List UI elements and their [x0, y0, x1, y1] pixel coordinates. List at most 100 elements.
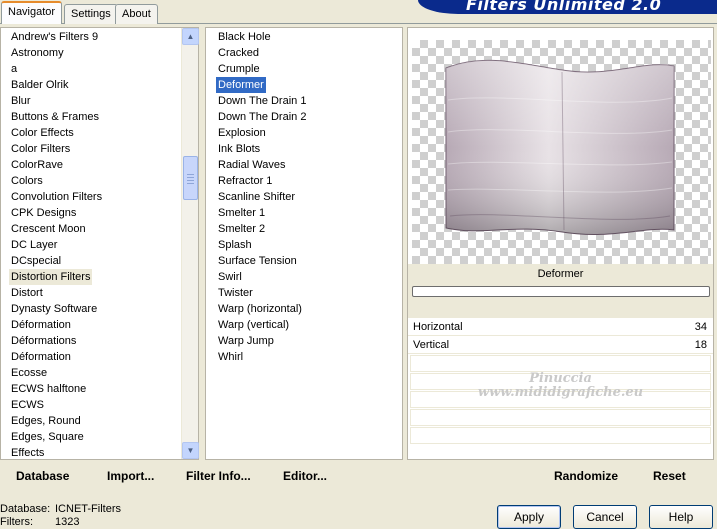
category-list-item[interactable]: ECWS halftone [1, 381, 182, 397]
filter-list-item[interactable]: Explosion [206, 125, 387, 141]
category-list-item[interactable]: ECWS [1, 397, 182, 413]
category-list-item-label: ECWS [11, 399, 44, 411]
filter-list-item-label: Surface Tension [218, 255, 297, 267]
filter-list-item[interactable]: Cracked [206, 45, 387, 61]
apply-button[interactable]: Apply [497, 505, 561, 529]
category-list-item[interactable]: Ecosse [1, 365, 182, 381]
category-list-item-label: Distortion Filters [9, 269, 93, 285]
category-list-item-label: DCspecial [11, 255, 62, 267]
editor-button[interactable]: Editor... [283, 469, 327, 483]
empty-param-row [410, 391, 711, 408]
filter-name-area: Deformer [408, 264, 713, 320]
scrollbar-thumb[interactable] [183, 156, 198, 200]
param-label-horizontal: Horizontal [413, 321, 463, 333]
filter-list-item[interactable]: Scanline Shifter [206, 189, 387, 205]
category-list-item[interactable]: Edges, Square [1, 429, 182, 445]
help-button[interactable]: Help [649, 505, 713, 529]
tab-about[interactable]: About [115, 4, 158, 24]
param-value-vertical: 18 [694, 339, 707, 351]
filter-list-item-label: Cracked [218, 47, 259, 59]
filter-list-item[interactable]: Twister [206, 285, 387, 301]
filter-list-item-label: Warp (horizontal) [218, 303, 302, 315]
tab-settings[interactable]: Settings [64, 4, 118, 24]
filter-list-item[interactable]: Warp (horizontal) [206, 301, 387, 317]
category-list-item[interactable]: Buttons & Frames [1, 109, 182, 125]
filter-list-item[interactable]: Warp Jump [206, 333, 387, 349]
import-button[interactable]: Import... [107, 469, 154, 483]
filter-list-item[interactable]: Smelter 2 [206, 221, 387, 237]
category-list-item-label: Ecosse [11, 367, 48, 379]
scroll-down-arrow-icon[interactable]: ▼ [182, 442, 199, 459]
category-list-item[interactable]: Color Effects [1, 125, 182, 141]
filter-list-item[interactable]: Crumple [206, 61, 387, 77]
filter-list-item-label: Refractor 1 [218, 175, 273, 187]
database-button[interactable]: Database [16, 469, 69, 483]
filter-list-item[interactable]: Down The Drain 1 [206, 93, 387, 109]
category-list-item[interactable]: Crescent Moon [1, 221, 182, 237]
category-list-item[interactable]: a [1, 61, 182, 77]
filter-list-item-label: Smelter 1 [218, 207, 266, 219]
filter-list-item[interactable]: Whirl [206, 349, 387, 365]
param-value-horizontal: 34 [694, 321, 707, 333]
filter-list-item[interactable]: Warp (vertical) [206, 317, 387, 333]
status-area: Database: ICNET-Filters Filters: 1323 [0, 503, 121, 529]
category-list-item-label: Edges, Round [11, 415, 81, 427]
category-list-item[interactable]: Colors [1, 173, 182, 189]
category-list-item[interactable]: Astronomy [1, 45, 182, 61]
category-list-item[interactable]: Edges, Round [1, 413, 182, 429]
category-list-item[interactable]: Distortion Filters [1, 269, 182, 285]
filter-list-item-label: Splash [218, 239, 252, 251]
title-banner: Filters Unlimited 2.0 [418, 0, 717, 14]
category-list-pane: Andrew's Filters 9 Astronomy a Balder Olrik… [0, 27, 199, 460]
filter-list-item[interactable]: Deformer [206, 77, 387, 93]
filter-list-item-label: Ink Blots [218, 143, 261, 155]
empty-param-row [410, 373, 711, 390]
filter-list-item[interactable]: Radial Waves [206, 157, 387, 173]
category-list-item[interactable]: ColorRave [1, 157, 182, 173]
filter-info-button[interactable]: Filter Info... [186, 469, 251, 483]
scroll-up-arrow-icon[interactable]: ▲ [182, 28, 199, 45]
category-list-item[interactable]: Dynasty Software [1, 301, 182, 317]
param-row-horizontal[interactable]: Horizontal 34 [408, 318, 713, 336]
param-row-vertical[interactable]: Vertical 18 [408, 336, 713, 354]
category-list-item[interactable]: Déformation [1, 317, 182, 333]
filter-list-item-label: Warp (vertical) [218, 319, 290, 331]
randomize-button[interactable]: Randomize [554, 469, 618, 483]
category-list-item[interactable]: CPK Designs [1, 205, 182, 221]
filter-list-pane: Black Hole Cracked Crumple Deformer Down The… [205, 27, 403, 460]
category-list-item[interactable]: Distort [1, 285, 182, 301]
filter-list-item[interactable]: Ink Blots [206, 141, 387, 157]
preview-image [412, 40, 711, 264]
category-list-item-label: CPK Designs [11, 207, 77, 219]
filter-list-item[interactable]: Black Hole [206, 29, 387, 45]
category-list-item[interactable]: Balder Olrik [1, 77, 182, 93]
empty-param-row [410, 409, 711, 426]
category-list-item[interactable]: DC Layer [1, 237, 182, 253]
category-list-item[interactable]: Déformations [1, 333, 182, 349]
filter-list-item[interactable]: Refractor 1 [206, 173, 387, 189]
category-scrollbar[interactable]: ▲ ▼ [181, 28, 199, 459]
status-filters-value: 1323 [55, 516, 80, 528]
category-list-item[interactable]: DCspecial [1, 253, 182, 269]
category-list-item[interactable]: Convolution Filters [1, 189, 182, 205]
cancel-button[interactable]: Cancel [573, 505, 637, 529]
filter-list-item-label: Down The Drain 2 [218, 111, 307, 123]
preview-filter-name: Deformer [537, 268, 584, 280]
reset-button[interactable]: Reset [653, 469, 686, 483]
filter-list-item[interactable]: Down The Drain 2 [206, 109, 387, 125]
category-list-item[interactable]: Effects [1, 445, 182, 461]
category-list-item[interactable]: Andrew's Filters 9 [1, 29, 182, 45]
filter-list-item[interactable]: Smelter 1 [206, 205, 387, 221]
category-list-item[interactable]: Color Filters [1, 141, 182, 157]
filter-list-item[interactable]: Splash [206, 237, 387, 253]
tab-navigator[interactable]: Navigator [1, 1, 63, 24]
filter-list-item[interactable]: Swirl [206, 269, 387, 285]
empty-param-row [410, 427, 711, 444]
category-list-item[interactable]: Blur [1, 93, 182, 109]
filter-list-item-label: Twister [218, 287, 253, 299]
filter-list-item-label: Swirl [218, 271, 242, 283]
category-list-item[interactable]: Déformation [1, 349, 182, 365]
filter-list-item[interactable]: Surface Tension [206, 253, 387, 269]
filter-list-item-label: Crumple [218, 63, 260, 75]
filter-list-item-label: Radial Waves [218, 159, 286, 171]
